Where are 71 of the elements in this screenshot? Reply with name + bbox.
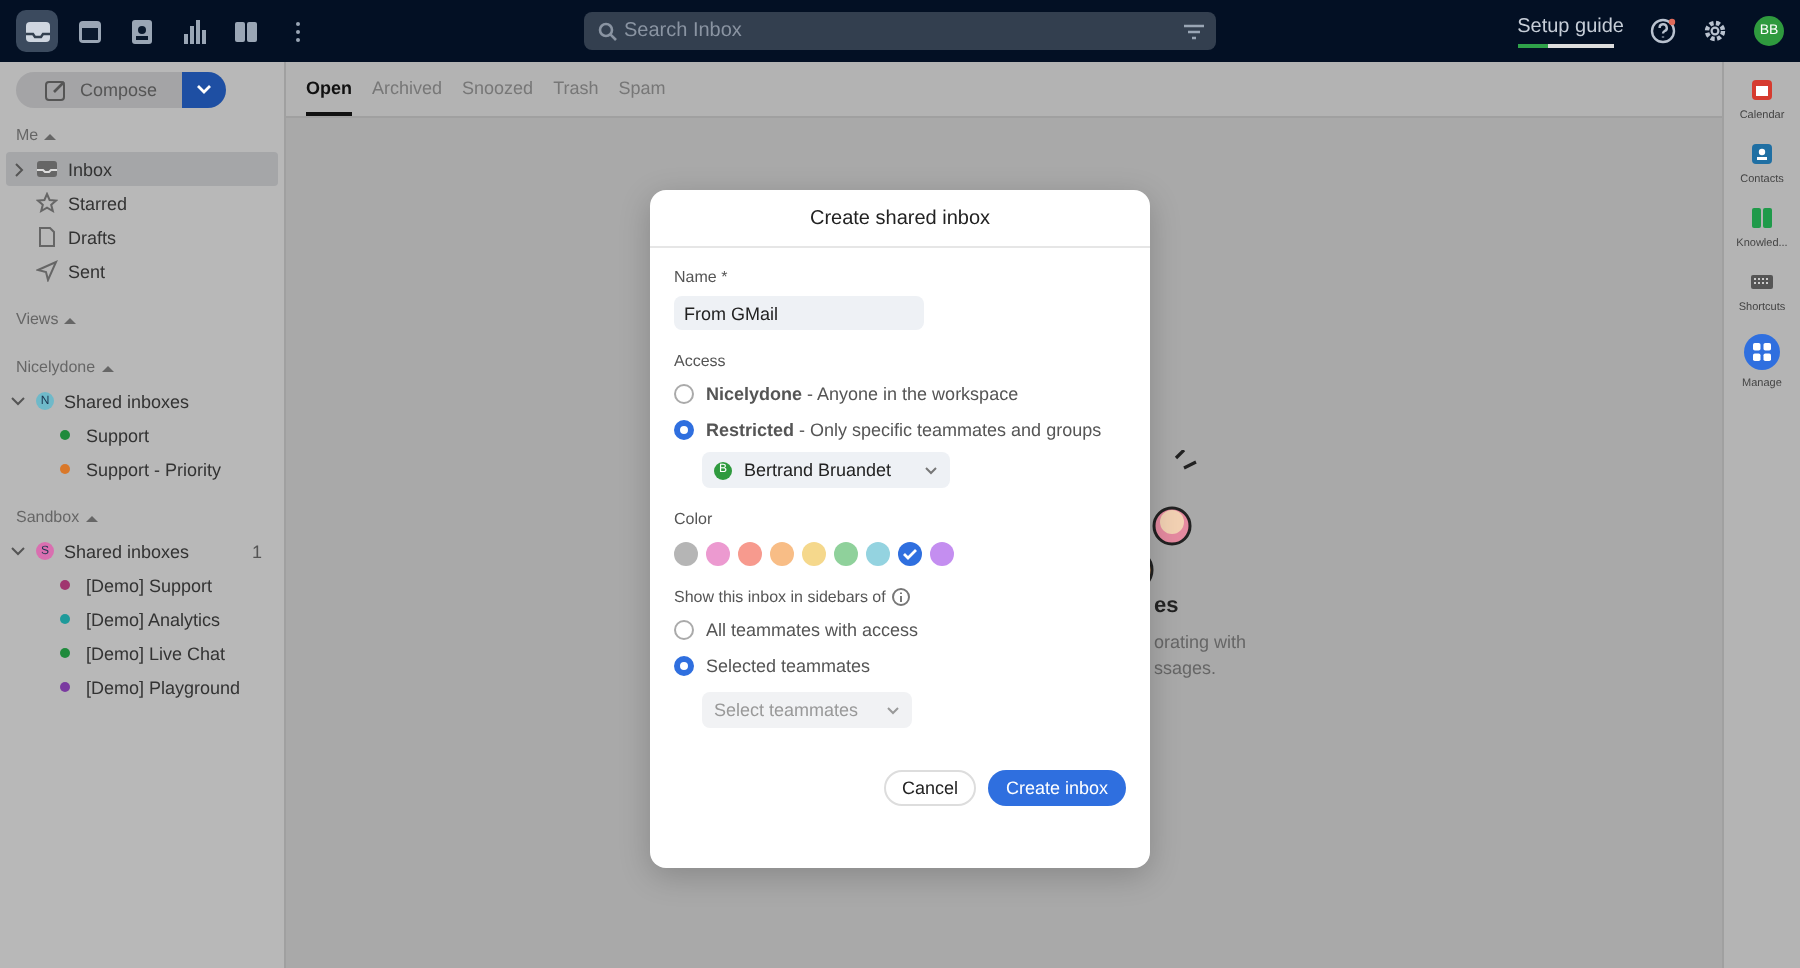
radio-button[interactable] [674, 384, 694, 404]
info-icon[interactable] [891, 588, 910, 606]
radio-button[interactable] [674, 420, 694, 440]
calendar-icon[interactable] [1749, 78, 1774, 102]
check-icon [902, 548, 918, 560]
collapse-icon[interactable] [44, 131, 57, 139]
search-icon [598, 21, 618, 41]
inbox-icon[interactable] [16, 10, 58, 52]
chevron-down-icon [923, 465, 938, 475]
sidebar-item[interactable]: Starred [6, 186, 278, 220]
keyboard-icon[interactable] [1749, 270, 1774, 294]
color-swatch[interactable] [898, 542, 922, 566]
color-swatch[interactable] [930, 542, 954, 566]
empty-state-title: es [1154, 594, 1181, 618]
contact-card-icon[interactable] [1750, 142, 1774, 166]
field-label: Show this inbox in sidebars of [674, 588, 886, 606]
create-button[interactable]: Create inbox [987, 770, 1126, 806]
help-icon[interactable] [1650, 18, 1676, 44]
tab[interactable]: Open [306, 62, 353, 116]
option-label[interactable]: All teammates with access [706, 620, 919, 640]
chevron-down-icon[interactable] [10, 396, 26, 406]
name-field[interactable]: From GMail [674, 296, 924, 330]
color-swatch[interactable] [738, 542, 762, 566]
sidebar-item[interactable]: Support [6, 418, 278, 452]
color-swatch[interactable] [866, 542, 890, 566]
collapse-icon[interactable] [85, 513, 98, 521]
sidebar-item[interactable]: [Demo] Playground [6, 670, 278, 704]
collapse-icon[interactable] [64, 315, 77, 323]
sidebar-item[interactable]: [Demo] Analytics [6, 602, 278, 636]
sidebar-item[interactable]: Inbox [6, 152, 278, 186]
setup-guide-link[interactable]: Setup guide [1517, 15, 1624, 37]
chevron-right-icon[interactable] [13, 161, 23, 177]
dialog-title: Create shared inbox [650, 190, 1150, 248]
sidebar-item[interactable]: Drafts [6, 220, 278, 254]
sidebar-item[interactable]: Sent [6, 254, 278, 288]
filter-icon[interactable] [1184, 23, 1204, 39]
chevron-down-icon [195, 84, 212, 96]
unread-count: 1 [251, 541, 262, 561]
search-field[interactable]: Search Inbox [584, 12, 1216, 50]
option-label[interactable]: Restricted - Only specific teammates and groups [706, 420, 1102, 440]
chevron-down-icon [886, 705, 901, 715]
radio-button[interactable] [674, 620, 694, 640]
sidebar-item[interactable]: [Demo] Support [6, 568, 278, 602]
color-swatch[interactable] [834, 542, 858, 566]
cancel-button[interactable]: Cancel [883, 770, 976, 806]
collapse-icon[interactable] [101, 363, 114, 371]
sidebar-item[interactable]: Shared inboxes [64, 391, 190, 411]
document-icon [36, 226, 58, 248]
option-label[interactable]: Selected teammates [706, 656, 871, 676]
settings-icon[interactable] [1702, 18, 1728, 44]
send-icon [36, 260, 58, 282]
sidebar-item[interactable]: Support - Priority [6, 452, 278, 486]
color-swatch[interactable] [674, 542, 698, 566]
field-label: Access [674, 352, 726, 370]
color-swatch[interactable] [706, 542, 730, 566]
sidebar-item[interactable]: [Demo] Live Chat [6, 636, 278, 670]
empty-state-text: orating with [1154, 630, 1247, 656]
field-label: Color [674, 510, 713, 528]
sidebar-item[interactable]: Shared inboxes [64, 541, 190, 561]
star-icon [36, 192, 58, 214]
empty-state-text: ssages. [1154, 656, 1219, 682]
color-swatch[interactable] [802, 542, 826, 566]
inbox-icon [36, 158, 58, 180]
field-label: Name * [674, 268, 728, 286]
chevron-down-icon[interactable] [10, 546, 26, 556]
grid-icon[interactable] [1743, 334, 1780, 370]
option-label[interactable]: Nicelydone - Anyone in the workspace [706, 384, 1019, 404]
radio-button[interactable] [674, 656, 694, 676]
edit-icon [44, 78, 68, 102]
color-swatch[interactable] [770, 542, 794, 566]
compose-menu-button[interactable] [181, 72, 226, 108]
